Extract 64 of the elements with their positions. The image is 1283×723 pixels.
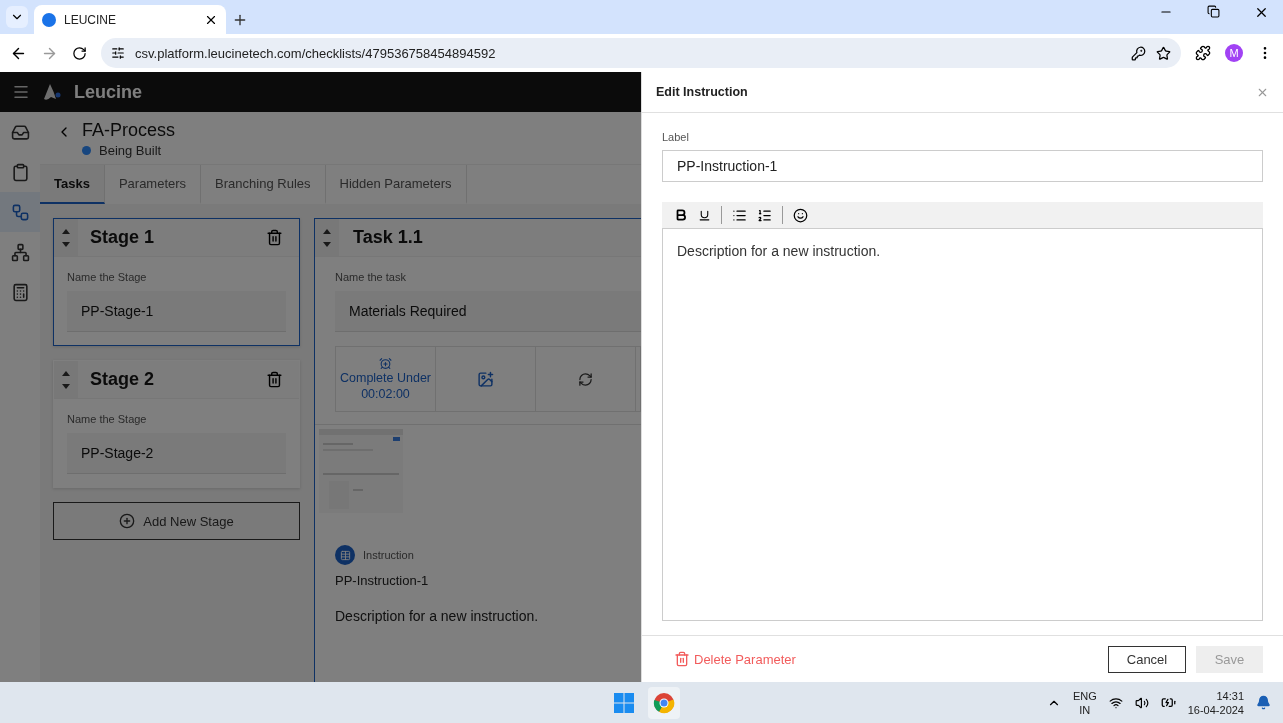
address-bar[interactable]: csv.platform.leucinetech.com/checklists/479536758454894592	[101, 38, 1181, 68]
stage-title: Stage 1	[90, 227, 156, 248]
key-icon[interactable]	[1131, 45, 1146, 61]
bold-icon[interactable]	[674, 208, 688, 222]
label-input[interactable]: PP-Instruction-1	[662, 150, 1263, 182]
stage-title: Stage 2	[90, 369, 156, 390]
stage-card[interactable]: Stage 1 Name the Stage PP-Stage-1	[53, 218, 300, 346]
stage-name-field[interactable]: PP-Stage-1	[67, 291, 286, 332]
wifi-icon[interactable]	[1108, 695, 1123, 710]
add-stage-button[interactable]: Add New Stage	[53, 502, 300, 540]
instruction-icon	[335, 545, 355, 565]
stage-card[interactable]: Stage 2 Name the Stage PP-Stage-2	[53, 360, 300, 488]
description-editor[interactable]: Description for a new instruction.	[662, 228, 1263, 621]
favicon-icon	[42, 12, 56, 27]
field-label: Name the Stage	[67, 271, 148, 283]
move-down-icon[interactable]	[62, 241, 70, 247]
bookmark-icon[interactable]	[1156, 45, 1171, 61]
move-up-icon[interactable]	[62, 370, 70, 376]
extensions-icon[interactable]	[1195, 45, 1211, 61]
instruction-description: Description for a new instruction.	[335, 608, 540, 624]
brand-name: Leucine	[74, 81, 143, 103]
clock[interactable]: 14:31 16-04-2024	[1187, 688, 1244, 717]
task-title: Task 1.1	[353, 227, 424, 248]
move-up-icon[interactable]	[62, 228, 70, 234]
emoji-icon[interactable]	[793, 207, 808, 223]
site-settings-icon[interactable]	[111, 46, 125, 60]
cancel-button[interactable]: Cancel	[1108, 645, 1186, 673]
new-tab-button[interactable]	[232, 12, 248, 28]
add-image-icon[interactable]	[477, 370, 494, 388]
task-name-field[interactable]: Materials Required	[335, 291, 641, 332]
browser-tab[interactable]: LEUCINE	[34, 5, 226, 34]
trash-icon[interactable]	[266, 229, 283, 246]
move-down-icon[interactable]	[323, 241, 331, 247]
alarm-clock-icon[interactable]	[379, 356, 392, 370]
numbered-list-icon[interactable]	[757, 207, 772, 223]
field-label: Name the Stage	[67, 413, 148, 425]
reload-icon[interactable]	[72, 45, 87, 61]
volume-icon[interactable]	[1134, 695, 1149, 710]
trash-icon[interactable]	[674, 651, 690, 667]
status-label: Being Built	[99, 143, 162, 158]
plus-circle-icon[interactable]	[119, 513, 136, 529]
underline-icon[interactable]	[698, 208, 711, 222]
delete-parameter-button[interactable]: Delete Parameter	[674, 651, 796, 667]
field-label: Label	[662, 131, 690, 143]
refresh-icon[interactable]	[578, 371, 593, 387]
profile-avatar[interactable]: M	[1225, 44, 1243, 62]
language-indicator[interactable]: ENG IN	[1072, 688, 1097, 717]
restore-icon[interactable]	[1207, 4, 1220, 18]
move-up-icon[interactable]	[323, 228, 331, 234]
notification-icon[interactable]	[1256, 695, 1271, 710]
logo-icon	[42, 82, 62, 102]
move-down-icon[interactable]	[62, 383, 70, 389]
battery-icon[interactable]	[1160, 695, 1176, 710]
process-title: FA-Process	[82, 120, 176, 141]
browser-taskbar-icon[interactable]	[648, 686, 680, 719]
drawer-title: Edit Instruction	[656, 85, 748, 99]
bulleted-list-icon[interactable]	[732, 207, 747, 223]
field-label: Name the task	[335, 271, 407, 283]
instruction-type-label: Instruction	[363, 549, 414, 561]
workflow-icon[interactable]	[0, 192, 40, 232]
trash-icon[interactable]	[266, 371, 283, 388]
instruction-name: PP-Instruction-1	[335, 573, 430, 588]
tab[interactable]: Tasks	[40, 165, 105, 204]
stage-name-field[interactable]: PP-Stage-2	[67, 433, 286, 474]
